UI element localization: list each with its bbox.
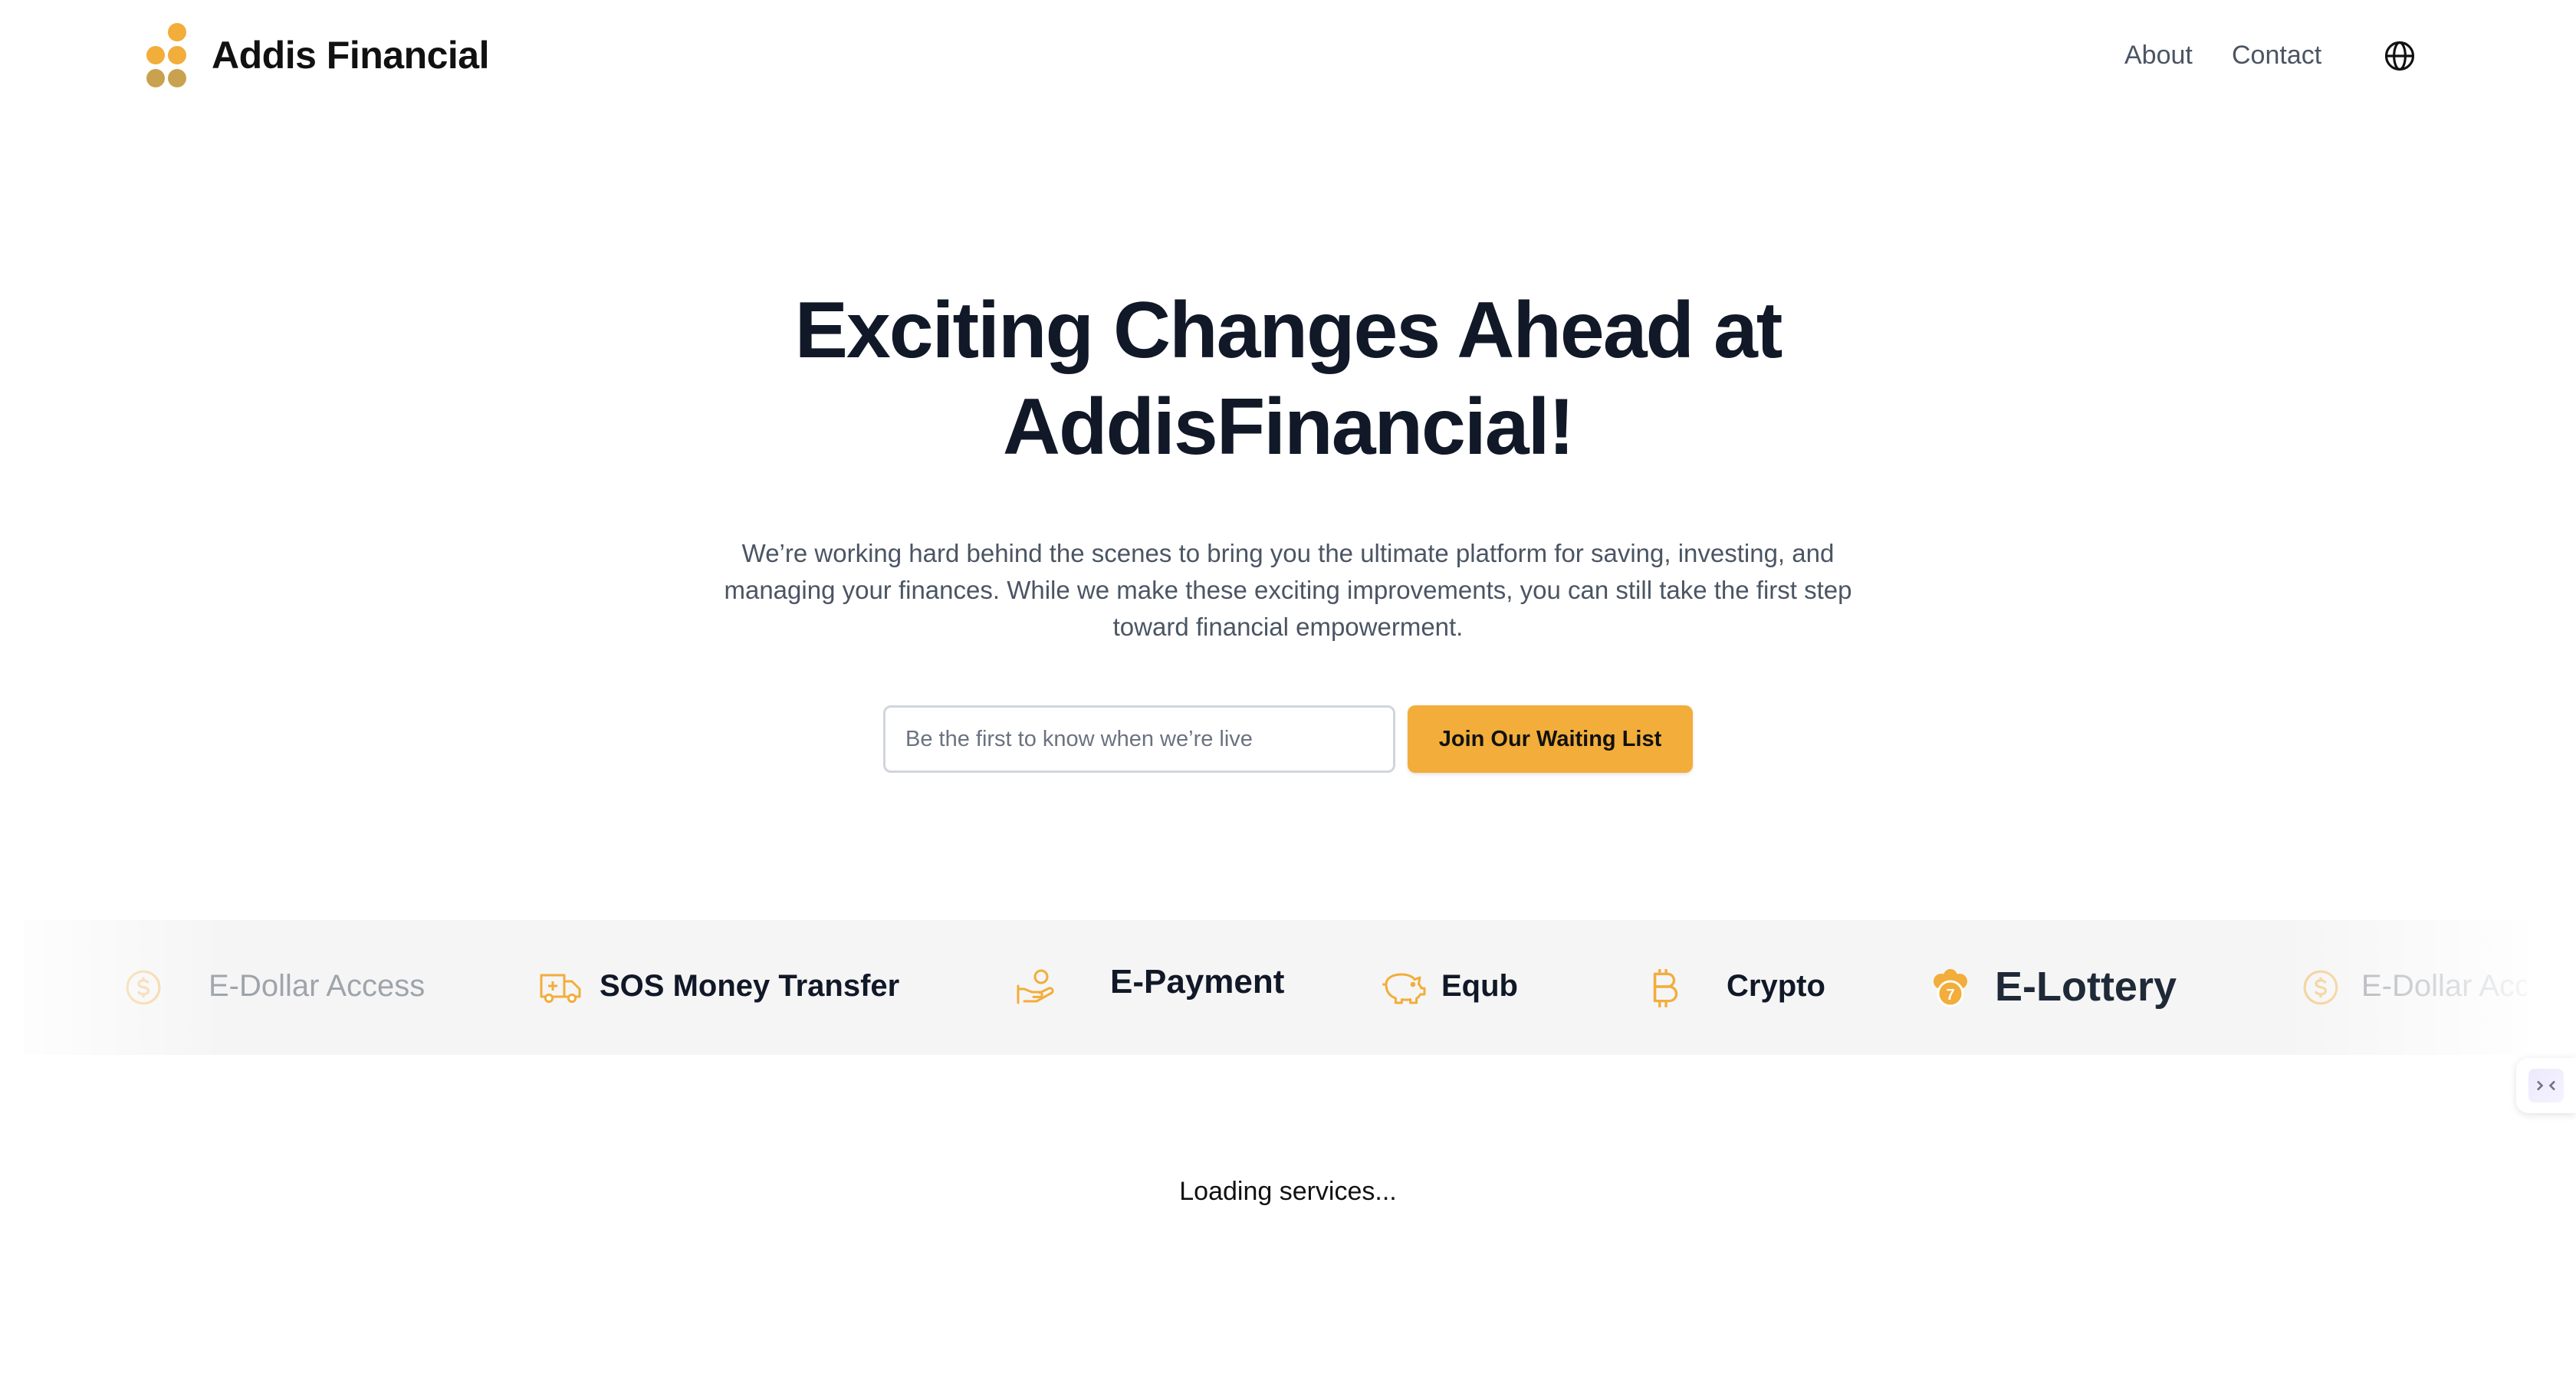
header: Addis Financial About Contact	[0, 0, 2576, 111]
loading-services-text: Loading services...	[1179, 1177, 1397, 1206]
logo-dot	[168, 23, 186, 41]
logo-dot	[168, 69, 186, 87]
join-waiting-list-button[interactable]: Join Our Waiting List	[1408, 705, 1693, 773]
hero-description-line: managing your finances. While we make th…	[724, 576, 1852, 604]
ambulance-icon	[540, 974, 581, 1004]
brand-logo[interactable]	[143, 23, 188, 90]
service-label: E-Dollar Access	[209, 969, 426, 1003]
svg-text:7: 7	[1946, 987, 1954, 1004]
service-label: Crypto	[1727, 969, 1825, 1003]
logo-dot	[146, 46, 165, 64]
hero-title: Exciting Changes Ahead at AddisFinancial…	[675, 282, 1901, 475]
bitcoin-icon	[1653, 969, 1678, 1007]
widget-icon	[2528, 1069, 2564, 1102]
dollar-circle-icon	[2303, 970, 2338, 1005]
nav-contact-link[interactable]: Contact	[2232, 38, 2321, 72]
hero-description-line: toward financial empowerment.	[1112, 613, 1464, 641]
hand-coin-icon	[1017, 969, 1054, 1004]
brand-name[interactable]: Addis Financial	[212, 28, 490, 82]
service-label: E-Payment	[1110, 963, 1285, 1001]
logo-dot	[146, 69, 165, 87]
hero-description: We’re working hard behind the scenes to …	[675, 535, 1901, 646]
service-label: SOS Money Transfer	[600, 969, 900, 1003]
hero-title-line: AddisFinancial!	[1002, 383, 1575, 472]
hero-title-line: Exciting Changes Ahead at	[794, 286, 1783, 375]
services-marquee: E-Dollar Access SOS Money Transfer E-Pay…	[25, 920, 2527, 1055]
dollar-circle-icon	[126, 970, 161, 1005]
piggy-bank-icon	[1382, 973, 1426, 1004]
globe-icon[interactable]	[2384, 40, 2416, 72]
lottery-icon: 7	[1934, 969, 1967, 1007]
service-label: Equb	[1441, 969, 1518, 1003]
page: Addis Financial About Contact Exciting C…	[0, 0, 2576, 1380]
waitlist-email-input[interactable]	[883, 705, 1395, 773]
service-label: E-Lottery	[1995, 964, 2177, 1010]
hero-description-line: We’re working hard behind the scenes to …	[741, 539, 1835, 567]
side-widget-tab[interactable]	[2516, 1058, 2576, 1113]
nav-about-link[interactable]: About	[2124, 38, 2193, 72]
logo-dot	[168, 46, 186, 64]
chevrons-icon	[2537, 1080, 2555, 1091]
service-label: E-Dollar Access	[2361, 969, 2527, 1003]
